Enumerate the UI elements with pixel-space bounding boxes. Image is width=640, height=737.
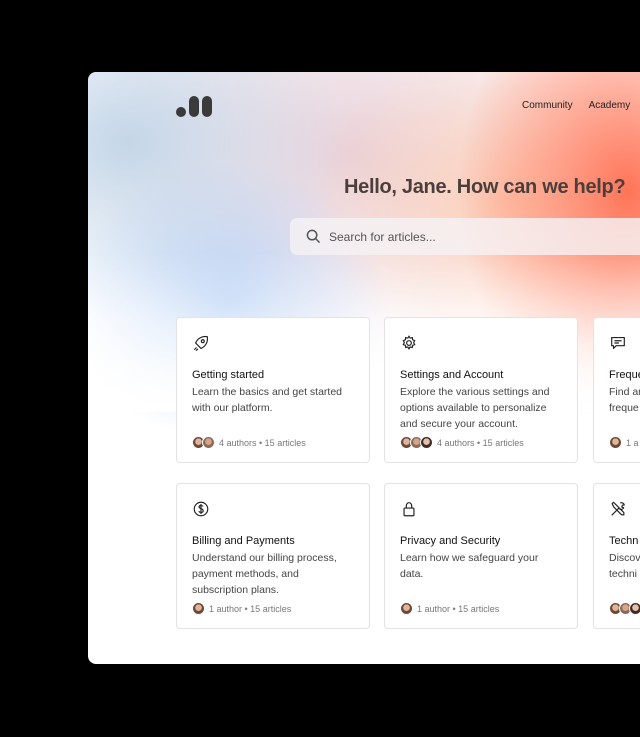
avatar <box>609 436 622 449</box>
card-description: Discov techni <box>609 552 640 580</box>
card-meta-text: 4 authors • 15 articles <box>219 437 306 448</box>
search-placeholder: Search for articles... <box>329 229 436 244</box>
card-title: Getting started <box>192 369 265 381</box>
top-nav: Community Academy <box>522 100 630 111</box>
author-avatars <box>400 436 433 449</box>
category-card-getting-started[interactable]: Getting started Learn the basics and get… <box>176 317 370 463</box>
brand-logo[interactable] <box>176 96 212 117</box>
page-title: Hello, Jane. How can we help? <box>344 176 626 198</box>
avatar <box>192 602 205 615</box>
author-avatars <box>609 602 640 615</box>
card-description: Learn how we safeguard your data. <box>400 552 539 580</box>
author-avatars <box>192 436 215 449</box>
category-card-settings[interactable]: Settings and Account Explore the various… <box>384 317 578 463</box>
card-description: Explore the various settings and options… <box>400 386 550 430</box>
card-description: Understand our billing process, payment … <box>192 552 337 596</box>
card-meta-text: 1 a <box>626 437 639 448</box>
card-title: Techn <box>609 535 639 547</box>
card-meta: 1 a <box>609 436 639 449</box>
card-title: Settings and Account <box>400 369 504 381</box>
author-avatars <box>609 436 622 449</box>
chat-icon <box>611 337 625 349</box>
category-card-technical[interactable]: Techn Discov techni <box>593 483 640 629</box>
nav-community-link[interactable]: Community <box>522 100 573 111</box>
card-description: Find ar freque <box>609 386 640 414</box>
card-meta: 4 authors • 15 articles <box>400 436 524 449</box>
avatar <box>400 602 413 615</box>
rocket-icon <box>193 335 209 352</box>
card-title: Privacy and Security <box>400 535 501 547</box>
card-meta-text: 1 author • 15 articles <box>209 603 292 614</box>
card-meta-text: 4 authors • 15 articles <box>437 437 524 448</box>
category-card-billing[interactable]: Billing and Payments Understand our bill… <box>176 483 370 629</box>
card-description: Learn the basics and get started with ou… <box>192 386 343 414</box>
tools-icon <box>611 501 625 516</box>
search-input[interactable]: Search for articles... <box>290 218 640 255</box>
author-avatars <box>192 602 205 615</box>
avatar <box>420 436 433 449</box>
gear-icon <box>402 335 416 350</box>
dollar-icon <box>193 501 209 517</box>
avatar <box>202 436 215 449</box>
category-card-faq[interactable]: Freque Find ar freque 1 a <box>593 317 640 463</box>
card-meta: 4 authors • 15 articles <box>192 436 306 449</box>
card-title: Billing and Payments <box>192 535 295 547</box>
category-card-privacy[interactable]: Privacy and Security Learn how we safegu… <box>384 483 578 629</box>
card-meta-text: 1 author • 15 articles <box>417 603 500 614</box>
card-meta <box>609 602 640 615</box>
help-center-window: Community Academy Hello, Jane. How can w… <box>88 72 640 664</box>
lock-icon <box>403 502 415 517</box>
card-meta: 1 author • 15 articles <box>400 602 499 615</box>
card-title: Freque <box>609 369 640 381</box>
search-icon <box>306 229 321 244</box>
author-avatars <box>400 602 413 615</box>
nav-academy-link[interactable]: Academy <box>589 100 631 111</box>
card-meta: 1 author • 15 articles <box>192 602 291 615</box>
avatar <box>629 602 640 615</box>
